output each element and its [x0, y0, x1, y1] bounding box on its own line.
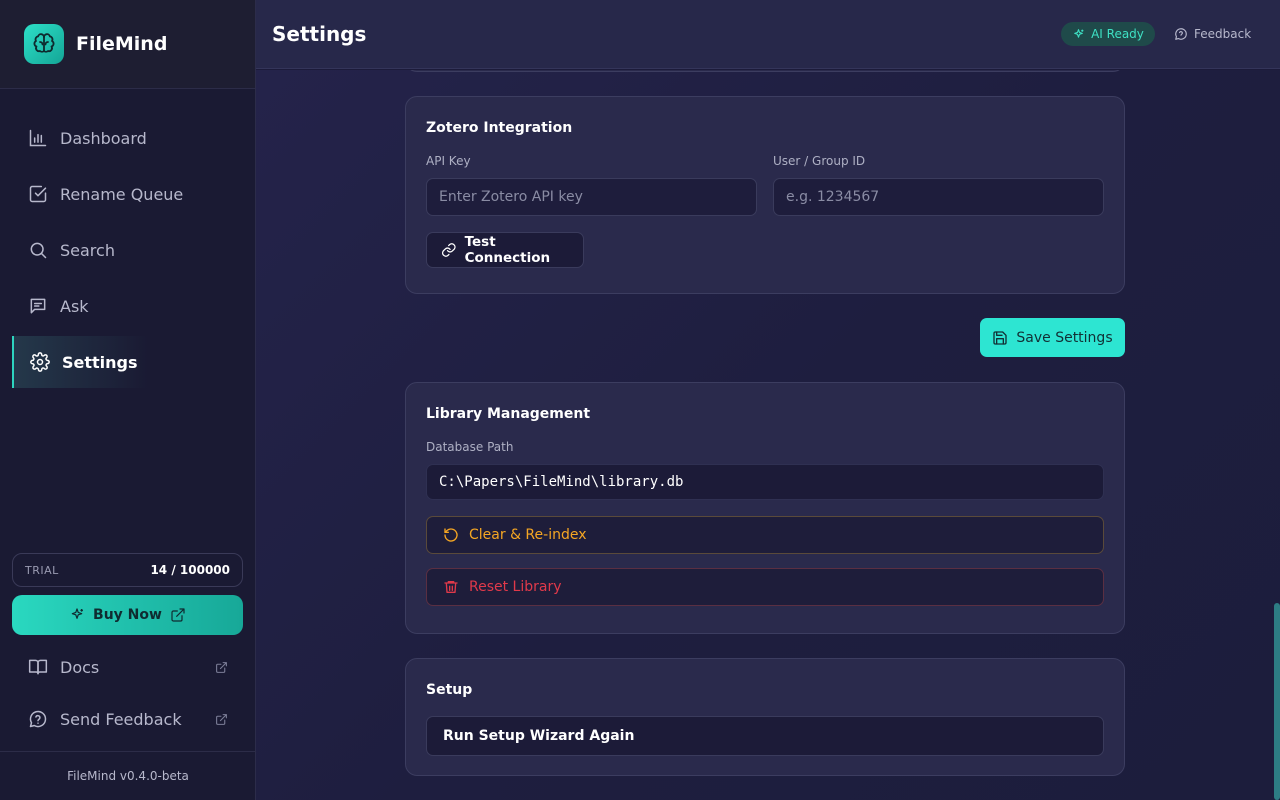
zotero-card: Zotero Integration API Key Enter Zotero … — [405, 96, 1125, 294]
send-feedback-link[interactable]: Send Feedback — [0, 699, 256, 739]
setup-card: Setup Run Setup Wizard Again — [405, 658, 1125, 776]
message-icon — [30, 298, 46, 314]
user-id-label: User / Group ID — [773, 154, 866, 168]
ai-status-label: AI Ready — [1091, 27, 1144, 41]
help-bubble-icon — [29, 710, 47, 728]
link-icon — [442, 243, 456, 257]
sidebar-item-ask[interactable]: Ask — [0, 280, 256, 332]
checkbox-icon — [29, 185, 47, 203]
trial-counter: TRIAL 14 / 100000 — [12, 553, 243, 587]
sidebar-item-label: Settings — [62, 352, 138, 372]
bar-chart-icon — [29, 129, 47, 147]
sidebar: FileMind Dashboard Rename Queue Search A… — [0, 0, 256, 800]
reset-library-button[interactable]: Reset Library — [426, 568, 1104, 606]
save-settings-button[interactable]: Save Settings — [980, 318, 1125, 357]
feedback-label: Feedback — [1194, 27, 1252, 41]
send-feedback-label: Send Feedback — [60, 709, 182, 729]
settings-content: Zotero Integration API Key Enter Zotero … — [256, 70, 1280, 800]
run-setup-wizard-button[interactable]: Run Setup Wizard Again — [426, 716, 1104, 756]
sidebar-item-label: Dashboard — [60, 128, 147, 148]
api-key-label: API Key — [426, 154, 471, 168]
scrollbar-thumb[interactable] — [1274, 603, 1280, 800]
buy-now-button[interactable]: Buy Now — [12, 595, 243, 635]
test-connection-label: Test Connection — [464, 234, 551, 266]
app-name: FileMind — [76, 33, 168, 55]
book-icon — [28, 659, 48, 675]
zotero-title: Zotero Integration — [426, 120, 573, 136]
message-circle-icon — [1175, 28, 1187, 40]
clear-reindex-label: Clear & Re-index — [469, 527, 587, 543]
database-path-label: Database Path — [426, 440, 514, 454]
previous-card-edge — [405, 70, 1125, 72]
trial-count: 14 / 100000 — [150, 563, 230, 577]
test-connection-button[interactable]: Test Connection — [426, 232, 584, 268]
sidebar-nav: Dashboard Rename Queue Search Ask Settin… — [0, 112, 256, 392]
ai-status-badge: AI Ready — [1061, 22, 1155, 46]
clear-reindex-button[interactable]: Clear & Re-index — [426, 516, 1104, 554]
sidebar-item-dashboard[interactable]: Dashboard — [0, 112, 256, 164]
sparkle-icon — [71, 608, 84, 619]
rotate-ccw-icon — [444, 528, 458, 542]
user-id-input[interactable]: e.g. 1234567 — [773, 178, 1104, 216]
gear-icon — [30, 352, 50, 372]
external-link-icon — [216, 661, 227, 673]
app-version: FileMind v0.4.0-beta — [0, 751, 256, 800]
library-title: Library Management — [426, 406, 591, 422]
sidebar-item-label: Ask — [60, 296, 89, 316]
sidebar-item-search[interactable]: Search — [0, 224, 256, 276]
reset-library-label: Reset Library — [469, 579, 562, 595]
api-key-input[interactable]: Enter Zotero API key — [426, 178, 757, 216]
sidebar-item-label: Rename Queue — [60, 184, 184, 204]
buy-now-label: Buy Now — [93, 607, 162, 623]
external-link-icon — [216, 713, 227, 725]
sidebar-item-rename-queue[interactable]: Rename Queue — [0, 168, 256, 220]
sidebar-item-settings[interactable]: Settings — [12, 336, 148, 388]
library-card: Library Management Database Path C:\Pape… — [405, 382, 1125, 634]
trial-label: TRIAL — [25, 563, 59, 577]
sidebar-item-label: Search — [60, 240, 115, 260]
brand: FileMind — [0, 0, 255, 89]
sparkle-icon — [1074, 28, 1084, 38]
feedback-button[interactable]: Feedback — [1174, 22, 1251, 46]
brain-logo-icon — [24, 24, 64, 64]
save-settings-label: Save Settings — [1016, 329, 1113, 346]
search-icon — [30, 242, 47, 259]
setup-title: Setup — [426, 682, 473, 698]
top-bar: Settings AI Ready Feedback — [256, 0, 1280, 69]
page-title: Settings — [272, 22, 367, 46]
docs-label: Docs — [60, 657, 100, 677]
trash-icon — [444, 581, 458, 593]
database-path-field[interactable]: C:\Papers\FileMind\library.db — [426, 464, 1104, 500]
save-icon — [993, 330, 1008, 345]
docs-link[interactable]: Docs — [0, 647, 256, 687]
external-link-icon — [171, 608, 185, 622]
